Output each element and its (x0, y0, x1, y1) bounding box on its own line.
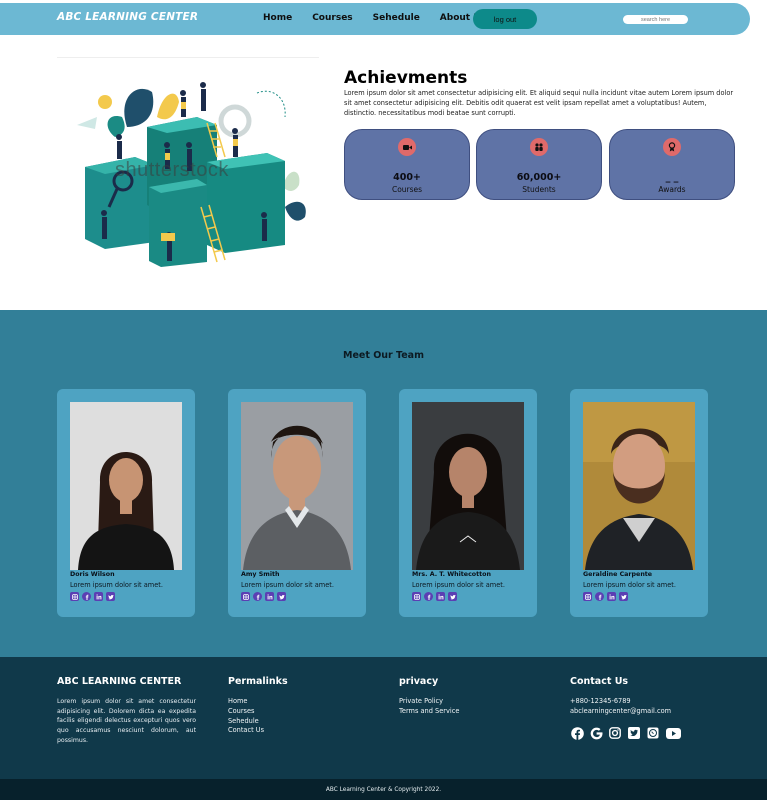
twitter-icon[interactable] (106, 592, 115, 601)
member-description: Lorem ipsum dolor sit amet. (583, 581, 676, 589)
navbar: ABC LEARNING CENTER Home Courses Sehedul… (0, 3, 750, 35)
member-socials (412, 592, 457, 601)
achievements-text: Lorem ipsum dolor sit amet consectetur a… (344, 89, 734, 117)
member-description: Lorem ipsum dolor sit amet. (241, 581, 334, 589)
member-photo (70, 402, 182, 570)
award-icon (663, 138, 681, 156)
logout-button[interactable]: log out (473, 9, 537, 29)
instagram-icon[interactable] (70, 592, 79, 601)
achievements-title: Achievments (344, 68, 468, 88)
member-name: Amy Smith (241, 571, 280, 578)
footer-privacy-links: Private Policy Terms and Service (399, 697, 459, 717)
facebook-icon[interactable] (253, 592, 262, 601)
footer-about-text: Lorem ipsum dolor sit amet consectetur a… (57, 698, 196, 744)
achievements-illustration: shutterstock (57, 57, 319, 271)
member-photo (583, 402, 695, 570)
team-title: Meet Our Team (343, 350, 424, 361)
video-camera-icon (398, 138, 416, 156)
people-icon (530, 138, 548, 156)
team-section: Meet Our Team Doris Wilson Lorem ipsum d… (0, 310, 767, 657)
footer-link-schedule[interactable]: Sehedule (228, 717, 264, 727)
instagram-icon[interactable] (608, 726, 622, 740)
member-name: Mrs. A. T. Whitecotton (412, 571, 491, 578)
member-description: Lorem ipsum dolor sit amet. (412, 581, 505, 589)
stat-label: Students (522, 185, 556, 194)
twitter-icon[interactable] (627, 726, 641, 740)
team-card: Geraldine Carpente Lorem ipsum dolor sit… (570, 389, 708, 617)
facebook-icon[interactable] (570, 726, 584, 740)
member-name: Geraldine Carpente (583, 571, 653, 578)
whatsapp-icon[interactable] (646, 726, 660, 740)
member-socials (70, 592, 115, 601)
twitter-icon[interactable] (448, 592, 457, 601)
footer: ABC LEARNING CENTER Lorem ipsum dolor si… (0, 657, 767, 779)
footer-contact-title: Contact Us (570, 676, 629, 687)
nav-link-home[interactable]: Home (263, 13, 292, 23)
linkedin-icon[interactable] (94, 592, 103, 601)
stat-label: Courses (391, 185, 423, 194)
page: ABC LEARNING CENTER Home Courses Sehedul… (0, 0, 767, 800)
twitter-icon[interactable] (277, 592, 286, 601)
team-card: Mrs. A. T. Whitecotton Lorem ipsum dolor… (399, 389, 537, 617)
nav-link-schedule[interactable]: Sehedule (373, 13, 420, 23)
facebook-icon[interactable] (595, 592, 604, 601)
stat-value: 60,000+ (516, 172, 562, 183)
stat-card-students: 60,000+ Students (476, 129, 602, 200)
google-icon[interactable] (589, 726, 603, 740)
footer-social-icons (570, 726, 681, 740)
instagram-icon[interactable] (583, 592, 592, 601)
footer-link-home[interactable]: Home (228, 697, 264, 707)
footer-permalinks-title: Permalinks (228, 676, 288, 687)
footer-permalinks: Home Courses Sehedule Contact Us (228, 697, 264, 736)
instagram-icon[interactable] (412, 592, 421, 601)
search-input[interactable] (623, 15, 688, 24)
copyright-text: ABC Learning Center & Copyright 2022. (325, 786, 442, 793)
linkedin-icon[interactable] (265, 592, 274, 601)
stat-label: Awards (658, 185, 686, 194)
linkedin-icon[interactable] (436, 592, 445, 601)
copyright-bar: ABC Learning Center & Copyright 2022. (0, 779, 767, 800)
nav-links: Home Courses Sehedule About Us (263, 13, 506, 23)
stat-card-courses: 400+ Courses (344, 129, 470, 200)
footer-privacy-title: privacy (399, 676, 439, 687)
stat-card-awards: _ _ Awards (609, 129, 735, 200)
youtube-icon[interactable] (665, 726, 681, 740)
member-socials (583, 592, 628, 601)
member-socials (241, 592, 286, 601)
facebook-icon[interactable] (424, 592, 433, 601)
stat-value: _ _ (665, 172, 679, 183)
watermark: shutterstock (115, 159, 229, 181)
member-photo (241, 402, 353, 570)
instagram-icon[interactable] (241, 592, 250, 601)
team-card: Doris Wilson Lorem ipsum dolor sit amet. (57, 389, 195, 617)
footer-link-courses[interactable]: Courses (228, 707, 264, 717)
twitter-icon[interactable] (619, 592, 628, 601)
member-photo (412, 402, 524, 570)
facebook-icon[interactable] (82, 592, 91, 601)
member-description: Lorem ipsum dolor sit amet. (70, 581, 163, 589)
contact-email[interactable]: abclearningcenter@gmail.com (570, 707, 671, 717)
contact-phone: +880-12345-6789 (570, 697, 631, 705)
brand-logo[interactable]: ABC LEARNING CENTER (57, 11, 198, 23)
footer-link-terms[interactable]: Terms and Service (399, 707, 459, 717)
stat-value: 400+ (393, 172, 421, 183)
nav-link-courses[interactable]: Courses (312, 13, 352, 23)
team-card: Amy Smith Lorem ipsum dolor sit amet. (228, 389, 366, 617)
footer-about-title: ABC LEARNING CENTER (57, 676, 182, 687)
linkedin-icon[interactable] (607, 592, 616, 601)
footer-link-privacy-policy[interactable]: Private Policy (399, 697, 459, 707)
member-name: Doris Wilson (70, 571, 115, 578)
footer-link-contact[interactable]: Contact Us (228, 726, 264, 736)
footer-contact-info: +880-12345-6789 abclearningcenter@gmail.… (570, 697, 671, 717)
